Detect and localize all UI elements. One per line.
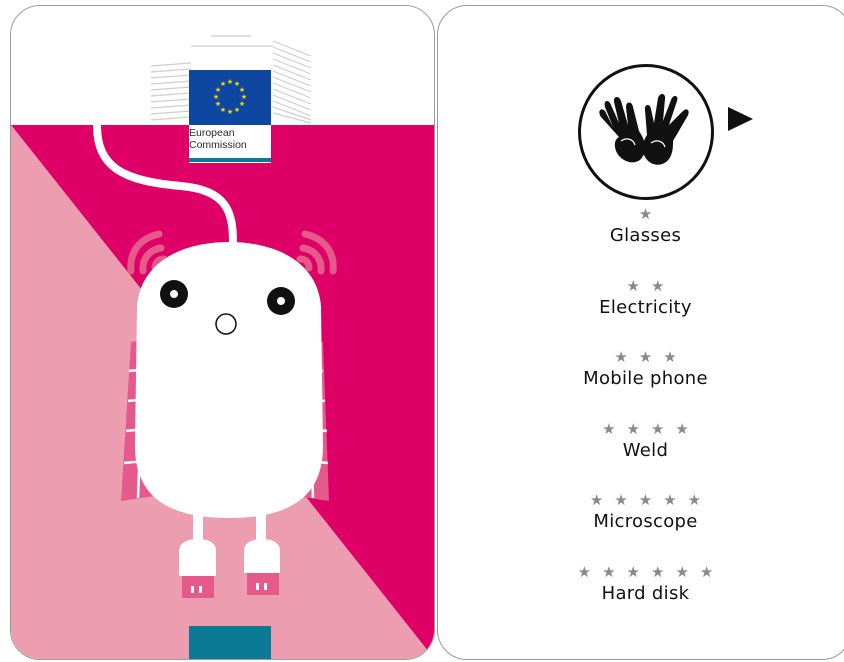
level-2: ★★ Electricity <box>438 276 844 348</box>
star-rating: ★★★★★★ <box>577 562 725 581</box>
star-rating: ★★★★★ <box>589 491 713 509</box>
logo-line-2: Commission <box>189 139 247 151</box>
star-rating: ★★ <box>626 276 676 295</box>
sign-language-badge[interactable] <box>578 64 714 200</box>
level-4: ★★★★ Weld <box>438 419 844 491</box>
level-label: Glasses <box>609 225 682 246</box>
svg-text:★: ★ <box>213 93 219 101</box>
level-label: Electricity <box>599 296 692 318</box>
logo-line-1: European <box>189 127 235 139</box>
star-rating: ★ <box>638 205 664 223</box>
svg-text:★: ★ <box>234 106 240 114</box>
eu-logo-label: European Commission <box>189 127 271 151</box>
svg-text:★: ★ <box>227 78 233 86</box>
levels-card: ★ Glasses ★★ Electricity ★★★ Mobile phon… <box>437 5 844 660</box>
teal-footer-block <box>189 626 271 659</box>
level-label: Weld <box>622 439 669 461</box>
svg-text:★: ★ <box>215 100 221 108</box>
level-1: ★ Glasses <box>438 204 844 276</box>
level-label: Microscope <box>593 511 698 532</box>
level-label: Hard disk <box>601 582 690 604</box>
svg-text:★: ★ <box>227 108 233 116</box>
svg-text:★: ★ <box>220 80 226 88</box>
usb-robot-illustration: ★ ★ ★ ★ ★ ★ ★ ★ ★ ★ ★ ★ <box>11 6 434 659</box>
level-5: ★★★★★ Microscope <box>438 490 844 562</box>
level-3: ★★★ Mobile phone <box>438 347 844 419</box>
star-rating: ★★★★ <box>602 419 700 438</box>
star-rating: ★★★ <box>614 348 688 366</box>
sign-language-hands-icon <box>599 93 689 165</box>
level-label: Mobile phone <box>583 368 708 389</box>
mouth <box>215 313 237 335</box>
robot-body <box>135 242 323 518</box>
level-6: ★★★★★★ Hard disk <box>438 562 844 634</box>
illustration-card: ★ ★ ★ ★ ★ ★ ★ ★ ★ ★ ★ ★ European Commiss… <box>10 5 435 660</box>
play-arrow-icon[interactable] <box>728 107 753 131</box>
difficulty-levels: ★ Glasses ★★ Electricity ★★★ Mobile phon… <box>438 204 844 633</box>
